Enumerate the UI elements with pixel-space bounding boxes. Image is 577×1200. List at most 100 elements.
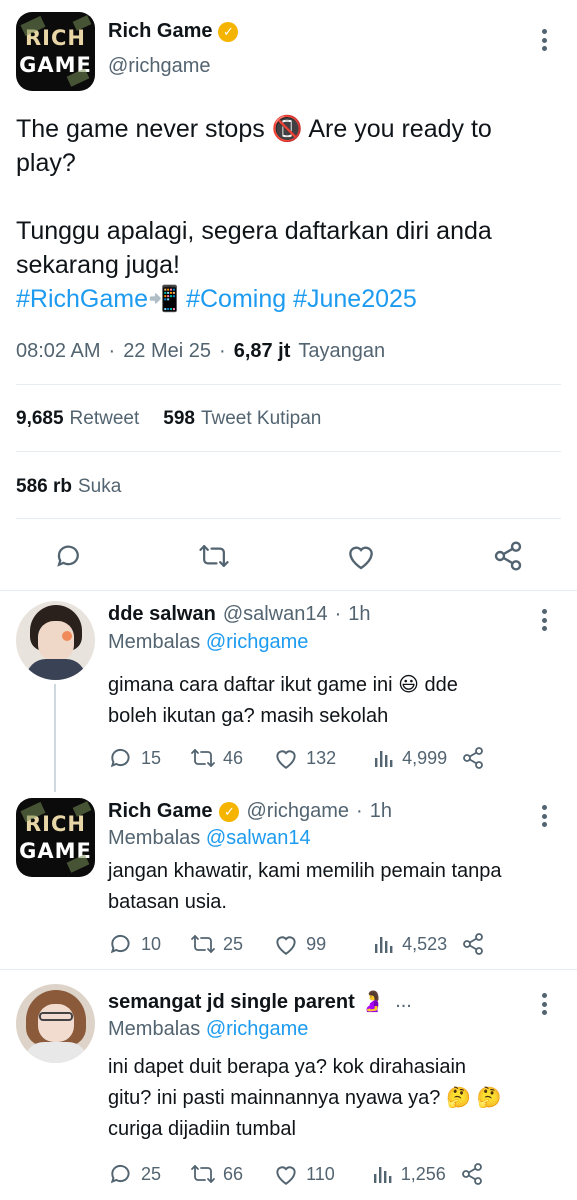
reply-action-bar: 15 46 132 4,999 [108, 745, 518, 771]
reply-text: jangan khawatir, kami memilih pemain tan… [108, 856, 568, 918]
views-count: 6,87 jt [233, 340, 291, 362]
retweet-icon [191, 935, 215, 953]
avatar[interactable]: RICH GAME [16, 12, 95, 91]
retweet-icon[interactable] [198, 541, 230, 576]
reply-text: gimana cara daftar ikut game ini 😃 dde b… [108, 670, 568, 732]
views-count: 1,256 [400, 1163, 446, 1184]
like-count-button[interactable]: 132 [273, 746, 336, 770]
hashtag-link[interactable]: #June2025 [293, 285, 417, 313]
avatar[interactable] [16, 601, 95, 680]
divider [16, 384, 561, 385]
reply-author-handle[interactable]: ... [395, 990, 412, 1013]
reply-action-bar: 10 25 99 4,523 [108, 931, 518, 957]
reply-header: dde salwan @salwan14 · 1h [108, 603, 371, 626]
like-icon [276, 1166, 296, 1185]
reply-count: 25 [141, 1163, 162, 1184]
hashtag-link[interactable]: #Coming [186, 285, 286, 313]
reply-age[interactable]: 1h [348, 603, 370, 626]
tweet-text-line: sekarang juga! [16, 251, 181, 279]
reply-count: 10 [141, 933, 162, 954]
share-icon[interactable] [461, 746, 485, 770]
reply-count-button[interactable]: 15 [108, 745, 161, 771]
reply-header: Rich Game ✓ @richgame · 1h [108, 800, 392, 823]
views-icon [375, 937, 393, 953]
views-count-button[interactable]: 4,523 [372, 932, 447, 956]
retweet-count-button[interactable]: 66 [189, 1162, 243, 1186]
retweet-count: 25 [223, 933, 244, 954]
reply-text-line: batasan usia. [108, 891, 227, 913]
reply-author-name[interactable]: dde salwan [108, 603, 216, 626]
like-label[interactable]: Suka [78, 476, 121, 498]
reply-count-button[interactable]: 25 [108, 1161, 161, 1187]
retweet-count: 66 [223, 1163, 244, 1184]
share-icon[interactable] [461, 932, 485, 956]
mention-link[interactable]: @salwan14 [206, 827, 311, 849]
reply-header: semangat jd single parent 🤰 ... [108, 989, 412, 1014]
share-icon[interactable] [492, 540, 524, 577]
tweet-date[interactable]: 22 Mei 25 [123, 340, 211, 363]
verified-icon: ✓ [218, 21, 239, 42]
tweet-text-line: Tunggu apalagi, segera daftarkan diri an… [16, 217, 492, 245]
reply-age[interactable]: 1h [370, 800, 392, 823]
reply-text: ini dapet duit berapa ya? kok dirahasiai… [108, 1052, 568, 1145]
views-label: Tayangan [298, 340, 386, 362]
like-count-button[interactable]: 99 [273, 932, 326, 956]
quote-label[interactable]: Tweet Kutipan [201, 408, 321, 430]
mention-link[interactable]: @richgame [206, 631, 309, 653]
divider [0, 969, 577, 970]
views-count-button[interactable]: 4,999 [372, 746, 447, 770]
retweet-count-button[interactable]: 46 [189, 746, 243, 770]
views-count-button[interactable]: 1,256 [371, 1162, 446, 1186]
views-count: 4,999 [402, 747, 448, 768]
kebab-icon[interactable] [534, 802, 554, 830]
retweet-count-button[interactable]: 25 [189, 932, 243, 956]
replying-to: Membalas @richgame [108, 631, 309, 653]
reply-author-handle[interactable]: @richgame [246, 800, 349, 823]
reply-text-line: gimana cara daftar ikut game ini 😃 dde [108, 674, 458, 696]
kebab-icon[interactable] [534, 990, 554, 1018]
tweet-time[interactable]: 08:02 AM [16, 340, 101, 363]
like-count-button[interactable]: 110 [273, 1162, 335, 1186]
tweet-text-line: The game never stops 📵 Are you ready to [16, 115, 492, 143]
divider [0, 590, 577, 591]
author-handle[interactable]: @richgame [108, 55, 211, 78]
like-count: 99 [306, 933, 327, 954]
mention-link[interactable]: @richgame [206, 1018, 309, 1040]
reply-author-name[interactable]: semangat jd single parent 🤰 [108, 989, 385, 1014]
share-icon[interactable] [460, 1162, 484, 1186]
reply-text-line: gitu? ini pasti mainnannya nyawa ya? 🤔 🤔 [108, 1087, 502, 1109]
like-icon [276, 750, 296, 769]
kebab-icon[interactable] [534, 26, 554, 54]
author-name[interactable]: Rich Game [108, 20, 212, 43]
reply-count-button[interactable]: 10 [108, 931, 161, 957]
avatar[interactable] [16, 984, 95, 1063]
reply-author-handle[interactable]: @salwan14 [223, 603, 328, 626]
retweet-label[interactable]: Retweet [70, 408, 140, 430]
reply-count: 15 [141, 747, 162, 768]
hashtag-link[interactable]: #RichGame📲 [16, 285, 179, 313]
like-count: 132 [306, 747, 337, 768]
reply-icon [110, 934, 130, 954]
quote-count[interactable]: 598 [163, 408, 195, 430]
reply-icon[interactable] [54, 541, 84, 576]
views-icon [373, 1167, 392, 1183]
replying-to: Membalas @richgame [108, 1018, 309, 1040]
like-icon [276, 936, 296, 955]
retweet-count[interactable]: 9,685 [16, 408, 64, 430]
retweet-icon [191, 749, 215, 767]
timestamp-row: 08:02 AM · 22 Mei 25 · 6,87 jt Tayangan [16, 340, 386, 363]
like-count[interactable]: 586 rb [16, 476, 72, 498]
stats-row: 9,685 Retweet 598 Tweet Kutipan [16, 408, 321, 430]
replying-to: Membalas @salwan14 [108, 827, 311, 849]
avatar[interactable]: RICH GAME [16, 798, 95, 877]
reply-text-line: jangan khawatir, kami memilih pemain tan… [108, 860, 502, 882]
tweet-text: The game never stops 📵 Are you ready to … [16, 112, 566, 316]
divider [16, 451, 561, 452]
reply-author-name[interactable]: Rich Game [108, 800, 212, 823]
like-icon[interactable] [345, 541, 377, 576]
like-count: 110 [306, 1163, 335, 1184]
kebab-icon[interactable] [534, 606, 554, 634]
reply-text-line: curiga dijadiin tumbal [108, 1118, 296, 1140]
divider [16, 518, 561, 519]
reply-icon [110, 748, 130, 768]
